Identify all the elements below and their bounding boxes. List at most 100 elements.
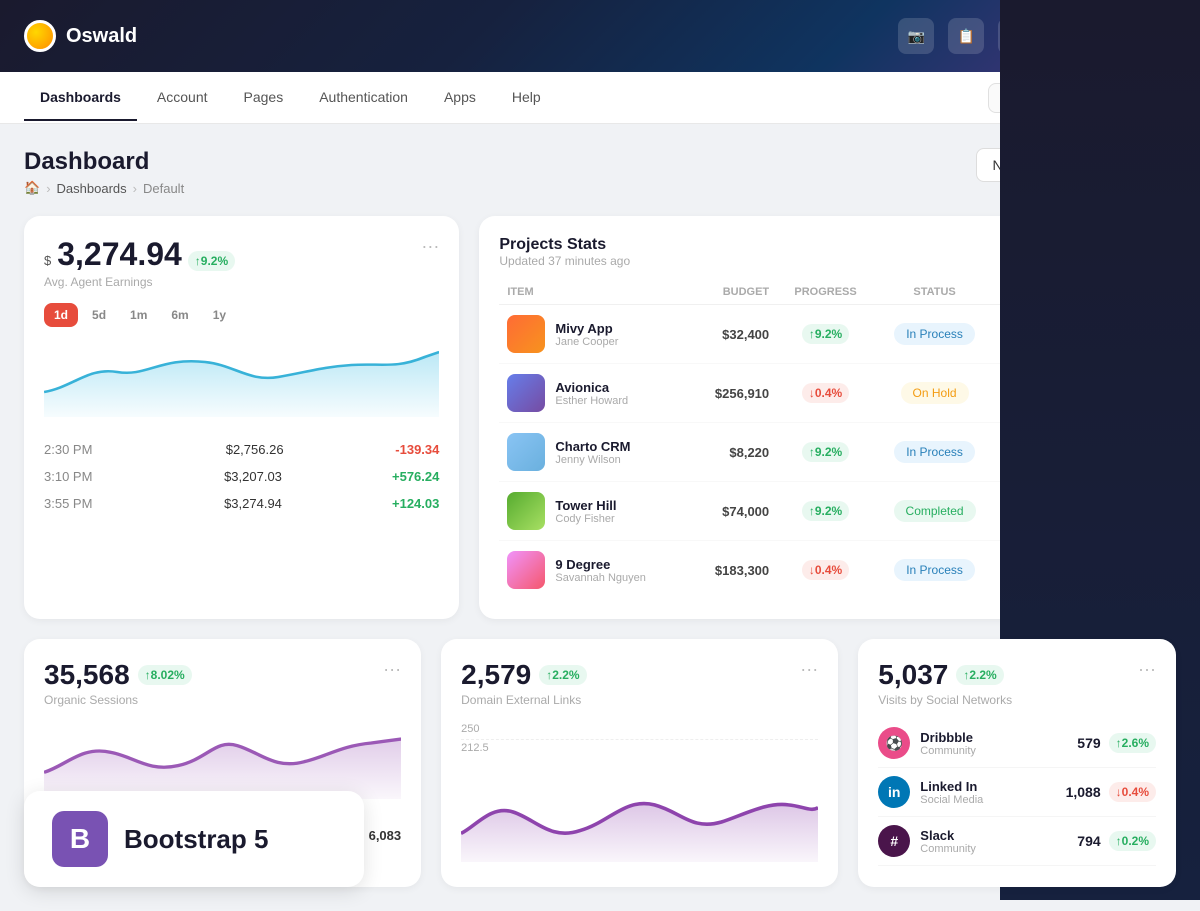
- social-item-right: 1,088 ↓0.4%: [1066, 782, 1156, 802]
- organic-badge: ↑8.02%: [138, 665, 192, 685]
- earnings-amount-row: $ 3,274.94 ↑9.2%: [44, 236, 235, 273]
- project-progress: ↓0.4%: [777, 541, 874, 600]
- projects-card: Projects Stats Updated 37 minutes ago Hi…: [479, 216, 1176, 619]
- domain-chart: [461, 762, 818, 862]
- camera-icon[interactable]: 📷: [898, 18, 934, 54]
- view-button[interactable]: →: [1109, 438, 1137, 466]
- breadcrumb-dashboards[interactable]: Dashboards: [57, 181, 127, 196]
- row2-val: $3,207.03: [224, 469, 282, 484]
- earnings-more-icon[interactable]: ···: [421, 236, 439, 257]
- search-input[interactable]: [1023, 90, 1163, 105]
- share-icon[interactable]: 🔗: [998, 18, 1034, 54]
- project-thumbnail: [507, 433, 545, 471]
- clipboard-icon[interactable]: 📋: [948, 18, 984, 54]
- history-button[interactable]: History: [1092, 236, 1156, 261]
- project-budget: $74,000: [690, 482, 777, 541]
- project-thumbnail: [507, 551, 545, 589]
- logo-icon: [24, 20, 56, 52]
- nav-help[interactable]: Help: [496, 75, 557, 121]
- social-network-type: Social Media: [920, 794, 983, 806]
- table-row: Avionica Esther Howard $256,910 ↓0.4% On…: [499, 364, 1156, 423]
- breadcrumb-home-icon: 🏠: [24, 180, 40, 196]
- nav-account[interactable]: Account: [141, 75, 224, 121]
- filter-1m[interactable]: 1m: [120, 303, 157, 327]
- bootstrap-b: B: [70, 823, 90, 855]
- canada-value: 6,083: [369, 828, 402, 843]
- social-count: 1,088: [1066, 784, 1101, 800]
- domain-chart-mid: 212.5: [461, 739, 818, 754]
- project-name: Avionica: [555, 380, 628, 395]
- currency-symbol: $: [44, 253, 51, 268]
- project-name: Charto CRM: [555, 439, 630, 454]
- social-number: 5,037: [878, 659, 948, 691]
- view-button[interactable]: →: [1109, 556, 1137, 584]
- nav-authentication[interactable]: Authentication: [303, 75, 424, 121]
- view-button[interactable]: →: [1109, 379, 1137, 407]
- organic-stat: 35,568 ↑8.02% Organic Sessions: [44, 659, 192, 707]
- project-person: Jenny Wilson: [555, 454, 630, 466]
- page-title: Dashboard: [24, 148, 184, 176]
- domain-stat-row: 2,579 ↑2.2%: [461, 659, 586, 691]
- nav-pages[interactable]: Pages: [228, 75, 300, 121]
- bootstrap-label: Bootstrap 5: [124, 824, 268, 855]
- row3-val: $3,274.94: [224, 496, 282, 511]
- project-name: Mivy App: [555, 321, 618, 336]
- project-info: 9 Degree Savannah Nguyen: [555, 557, 646, 584]
- projects-table: ITEM BUDGET PROGRESS STATUS CHART VIEW M…: [499, 280, 1156, 599]
- social-change: ↑2.6%: [1109, 733, 1156, 753]
- invite-button[interactable]: + Invite: [1098, 20, 1176, 52]
- filter-1d[interactable]: 1d: [44, 303, 78, 327]
- view-button[interactable]: →: [1109, 320, 1137, 348]
- social-network-icon: #: [878, 825, 910, 857]
- bootstrap-overlay: B Bootstrap 5: [24, 791, 364, 887]
- earnings-card: $ 3,274.94 ↑9.2% Avg. Agent Earnings ···…: [24, 216, 459, 619]
- filter-5d[interactable]: 5d: [82, 303, 116, 327]
- page-header: Dashboard 🏠 › Dashboards › Default New P…: [24, 148, 1176, 196]
- project-info: Avionica Esther Howard: [555, 380, 628, 407]
- social-stat: 5,037 ↑2.2% Visits by Social Networks: [878, 659, 1012, 707]
- user-avatar[interactable]: [1048, 18, 1084, 54]
- nav-apps[interactable]: Apps: [428, 75, 492, 121]
- col-budget: BUDGET: [690, 280, 777, 305]
- earnings-subtitle: Avg. Agent Earnings: [44, 275, 235, 289]
- domain-badge: ↑2.2%: [539, 665, 586, 685]
- progress-badge: ↓0.4%: [802, 383, 849, 403]
- new-project-button[interactable]: New Project: [976, 148, 1085, 182]
- row3-time: 3:55 PM: [44, 496, 114, 511]
- social-network-name: Dribbble: [920, 730, 976, 745]
- social-count: 794: [1077, 833, 1100, 849]
- filter-1y[interactable]: 1y: [203, 303, 236, 327]
- domain-header: 2,579 ↑2.2% Domain External Links ···: [461, 659, 818, 707]
- mini-chart: [1013, 321, 1083, 345]
- domain-chart-labels: 250: [461, 723, 818, 735]
- domain-number: 2,579: [461, 659, 531, 691]
- bootstrap-icon: B: [52, 811, 108, 867]
- project-item: Tower Hill Cody Fisher: [507, 492, 682, 530]
- project-status: In Process: [874, 305, 995, 364]
- row2-time: 3:10 PM: [44, 469, 114, 484]
- status-badge: In Process: [894, 441, 975, 463]
- breadcrumb-current: Default: [143, 181, 184, 196]
- project-chart: [995, 364, 1101, 423]
- project-view: →: [1101, 423, 1156, 482]
- status-badge: Completed: [894, 500, 976, 522]
- project-status: In Process: [874, 541, 995, 600]
- social-item-right: 579 ↑2.6%: [1077, 733, 1156, 753]
- filter-6m[interactable]: 6m: [161, 303, 198, 327]
- table-header-row: ITEM BUDGET PROGRESS STATUS CHART VIEW: [499, 280, 1156, 305]
- social-more-icon[interactable]: ···: [1138, 659, 1156, 680]
- project-budget: $183,300: [690, 541, 777, 600]
- row1-change: -139.34: [395, 442, 439, 457]
- project-person: Savannah Nguyen: [555, 572, 646, 584]
- earnings-data-rows: 2:30 PM $2,756.26 -139.34 3:10 PM $3,207…: [44, 436, 439, 517]
- domain-more-icon[interactable]: ···: [800, 659, 818, 680]
- reports-button[interactable]: Reports: [1095, 148, 1176, 182]
- nav-items: Dashboards Account Pages Authentication …: [24, 75, 557, 121]
- social-list: ⚽ Dribbble Community 579 ↑2.6% in Linked…: [878, 719, 1156, 866]
- organic-more-icon[interactable]: ···: [383, 659, 401, 680]
- search-box[interactable]: 🔍: [988, 83, 1176, 113]
- projects-subtitle: Updated 37 minutes ago: [499, 254, 630, 268]
- view-button[interactable]: →: [1109, 497, 1137, 525]
- nav-dashboards[interactable]: Dashboards: [24, 75, 137, 121]
- table-row: Charto CRM Jenny Wilson $8,220 ↑9.2% In …: [499, 423, 1156, 482]
